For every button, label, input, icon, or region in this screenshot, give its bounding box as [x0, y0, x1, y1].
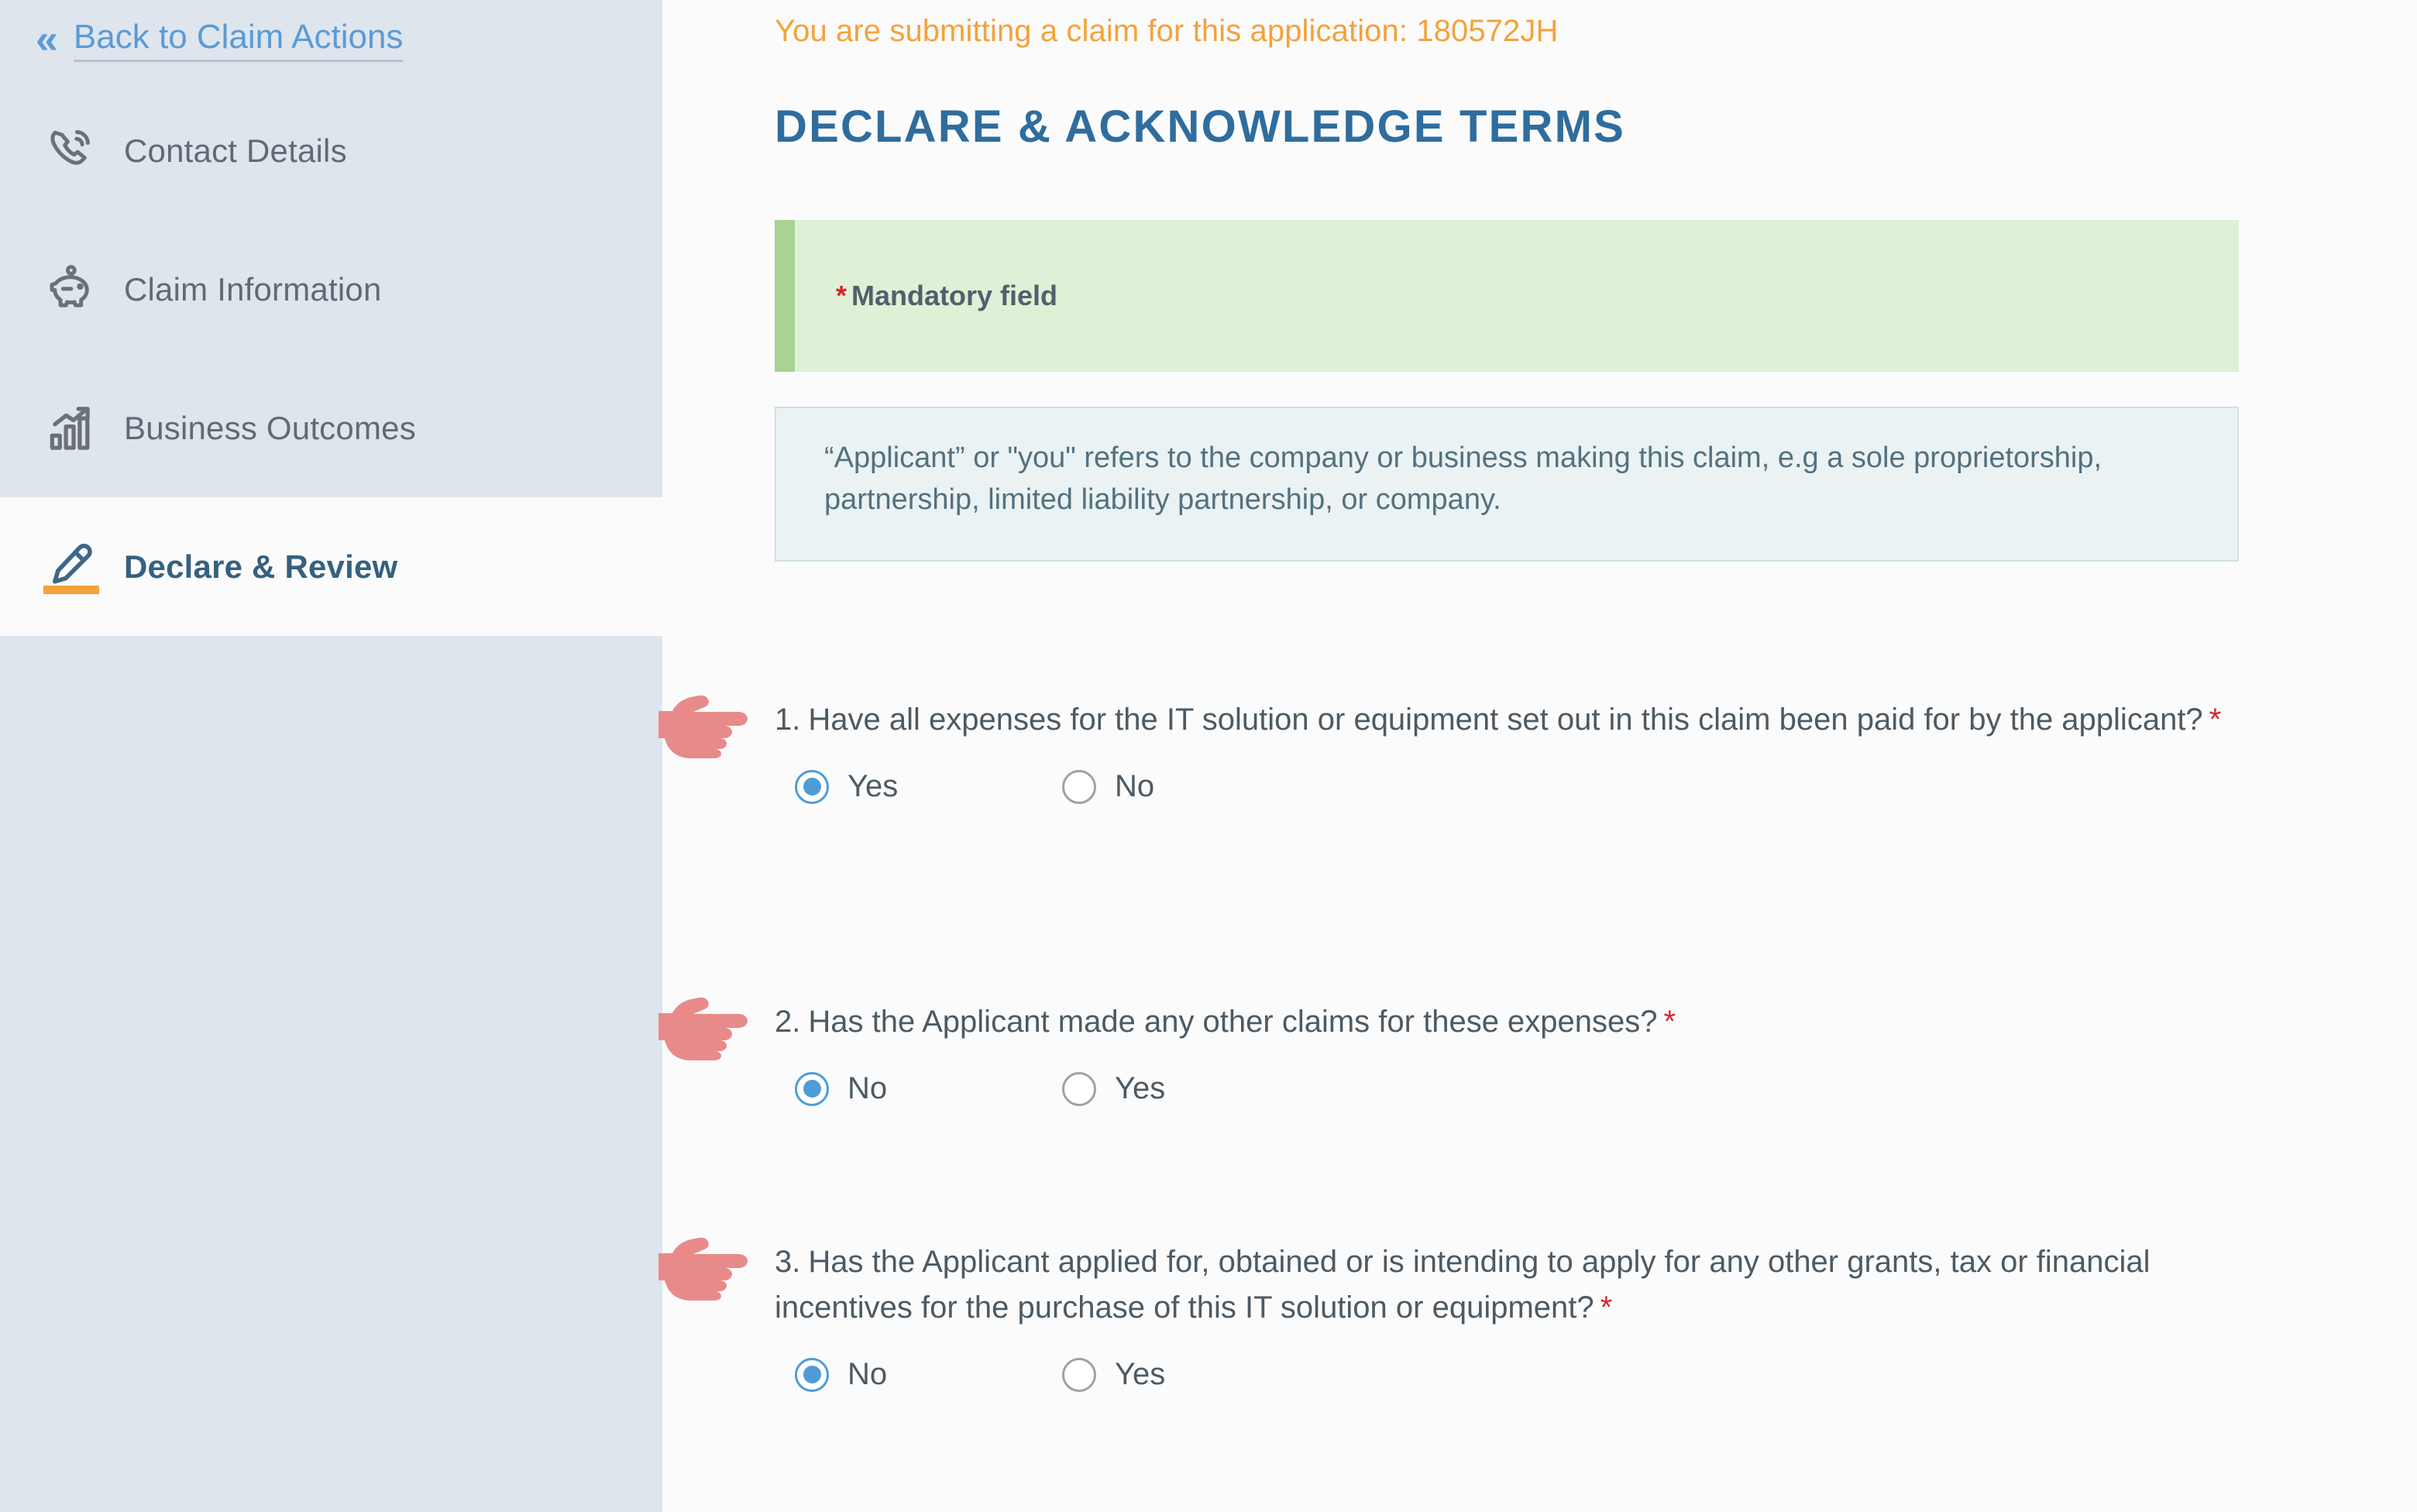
radio-label: Yes	[847, 769, 899, 804]
radio-button[interactable]	[1062, 1357, 1096, 1392]
required-star-icon: *	[1600, 1290, 1613, 1325]
question-3-option-yes[interactable]: Yes	[1062, 1357, 1329, 1392]
applicant-definition-box: “Applicant” or "you" refers to the compa…	[775, 407, 2239, 562]
application-banner: You are submitting a claim for this appl…	[775, 14, 1559, 48]
question-2-options: No Yes	[775, 1071, 2386, 1106]
mandatory-field-notice: * Mandatory field	[775, 220, 2239, 372]
claim-declaration-page: « Back to Claim Actions Contact Details	[0, 0, 2417, 1512]
question-1-body: Have all expenses for the IT solution or…	[808, 703, 2203, 737]
sidebar-item-label: Business Outcomes	[124, 409, 416, 446]
question-2-option-no[interactable]: No	[795, 1071, 1062, 1106]
required-star-icon: *	[836, 280, 847, 311]
question-1-options: Yes No	[775, 769, 2386, 804]
applicant-definition-text: “Applicant” or "you" refers to the compa…	[824, 442, 2102, 516]
question-2-body: Has the Applicant made any other claims …	[808, 1005, 1658, 1039]
question-1: 1. Have all expenses for the IT solution …	[658, 695, 2386, 804]
question-2-number: 2.	[775, 1005, 801, 1039]
question-1-option-no[interactable]: No	[1062, 769, 1329, 804]
sidebar: « Back to Claim Actions Contact Details	[0, 0, 662, 1512]
mandatory-field-label: Mandatory field	[851, 280, 1058, 311]
radio-button[interactable]	[795, 1357, 829, 1392]
piggy-bank-icon	[39, 256, 105, 323]
pointing-hand-right-icon	[658, 689, 759, 764]
phone-ring-icon	[39, 118, 105, 184]
question-3-text: 3. Has the Applicant applied for, obtaine…	[775, 1239, 2247, 1331]
question-3-options: No Yes	[775, 1357, 2386, 1392]
required-star-icon: *	[1663, 1005, 1676, 1039]
back-to-claim-actions-row[interactable]: « Back to Claim Actions	[0, 0, 662, 81]
question-1-number: 1.	[775, 703, 801, 737]
sidebar-item-label: Declare & Review	[124, 548, 398, 585]
pointing-hand-right-icon	[658, 991, 759, 1066]
question-3-number: 3.	[775, 1245, 801, 1279]
signature-pen-icon	[39, 534, 105, 600]
required-star-icon: *	[2209, 703, 2222, 737]
radio-button[interactable]	[795, 769, 829, 804]
mandatory-field-text: * Mandatory field	[836, 280, 1057, 312]
question-2: 2. Has the Applicant made any other claim…	[658, 997, 2386, 1106]
question-3: 3. Has the Applicant applied for, obtaine…	[658, 1237, 2386, 1392]
question-1-option-yes[interactable]: Yes	[795, 769, 1062, 804]
sidebar-item-claim-information[interactable]: Claim Information	[0, 220, 662, 359]
radio-button[interactable]	[1062, 1071, 1096, 1106]
active-indicator-underline	[43, 585, 99, 594]
page-title: DECLARE & ACKNOWLEDGE TERMS	[775, 101, 1626, 152]
pointing-hand-right-icon	[658, 1232, 759, 1306]
radio-label: No	[847, 1357, 888, 1392]
radio-label: No	[1115, 769, 1155, 804]
sidebar-item-business-outcomes[interactable]: Business Outcomes	[0, 359, 662, 497]
radio-button[interactable]	[1062, 769, 1096, 804]
radio-label: No	[847, 1071, 888, 1106]
sidebar-item-contact-details[interactable]: Contact Details	[0, 81, 662, 220]
sidebar-nav: Contact Details Claim Information Busine…	[0, 81, 662, 636]
main-content: You are submitting a claim for this appl…	[658, 0, 2417, 1512]
double-chevron-left-icon: «	[36, 16, 58, 62]
question-1-text: 1. Have all expenses for the IT solution …	[775, 697, 2247, 743]
question-3-option-no[interactable]: No	[795, 1357, 1062, 1392]
question-2-text: 2. Has the Applicant made any other claim…	[775, 999, 2247, 1045]
sidebar-item-declare-and-review[interactable]: Declare & Review	[0, 497, 662, 636]
radio-button[interactable]	[795, 1071, 829, 1106]
question-2-option-yes[interactable]: Yes	[1062, 1071, 1329, 1106]
radio-label: Yes	[1115, 1357, 1166, 1392]
question-3-body: Has the Applicant applied for, obtained …	[775, 1245, 2151, 1325]
radio-label: Yes	[1115, 1071, 1166, 1106]
back-to-claim-actions-link[interactable]: Back to Claim Actions	[73, 19, 404, 62]
sidebar-item-label: Contact Details	[124, 132, 347, 169]
sidebar-item-label: Claim Information	[124, 270, 382, 308]
bar-chart-up-icon	[39, 395, 105, 462]
